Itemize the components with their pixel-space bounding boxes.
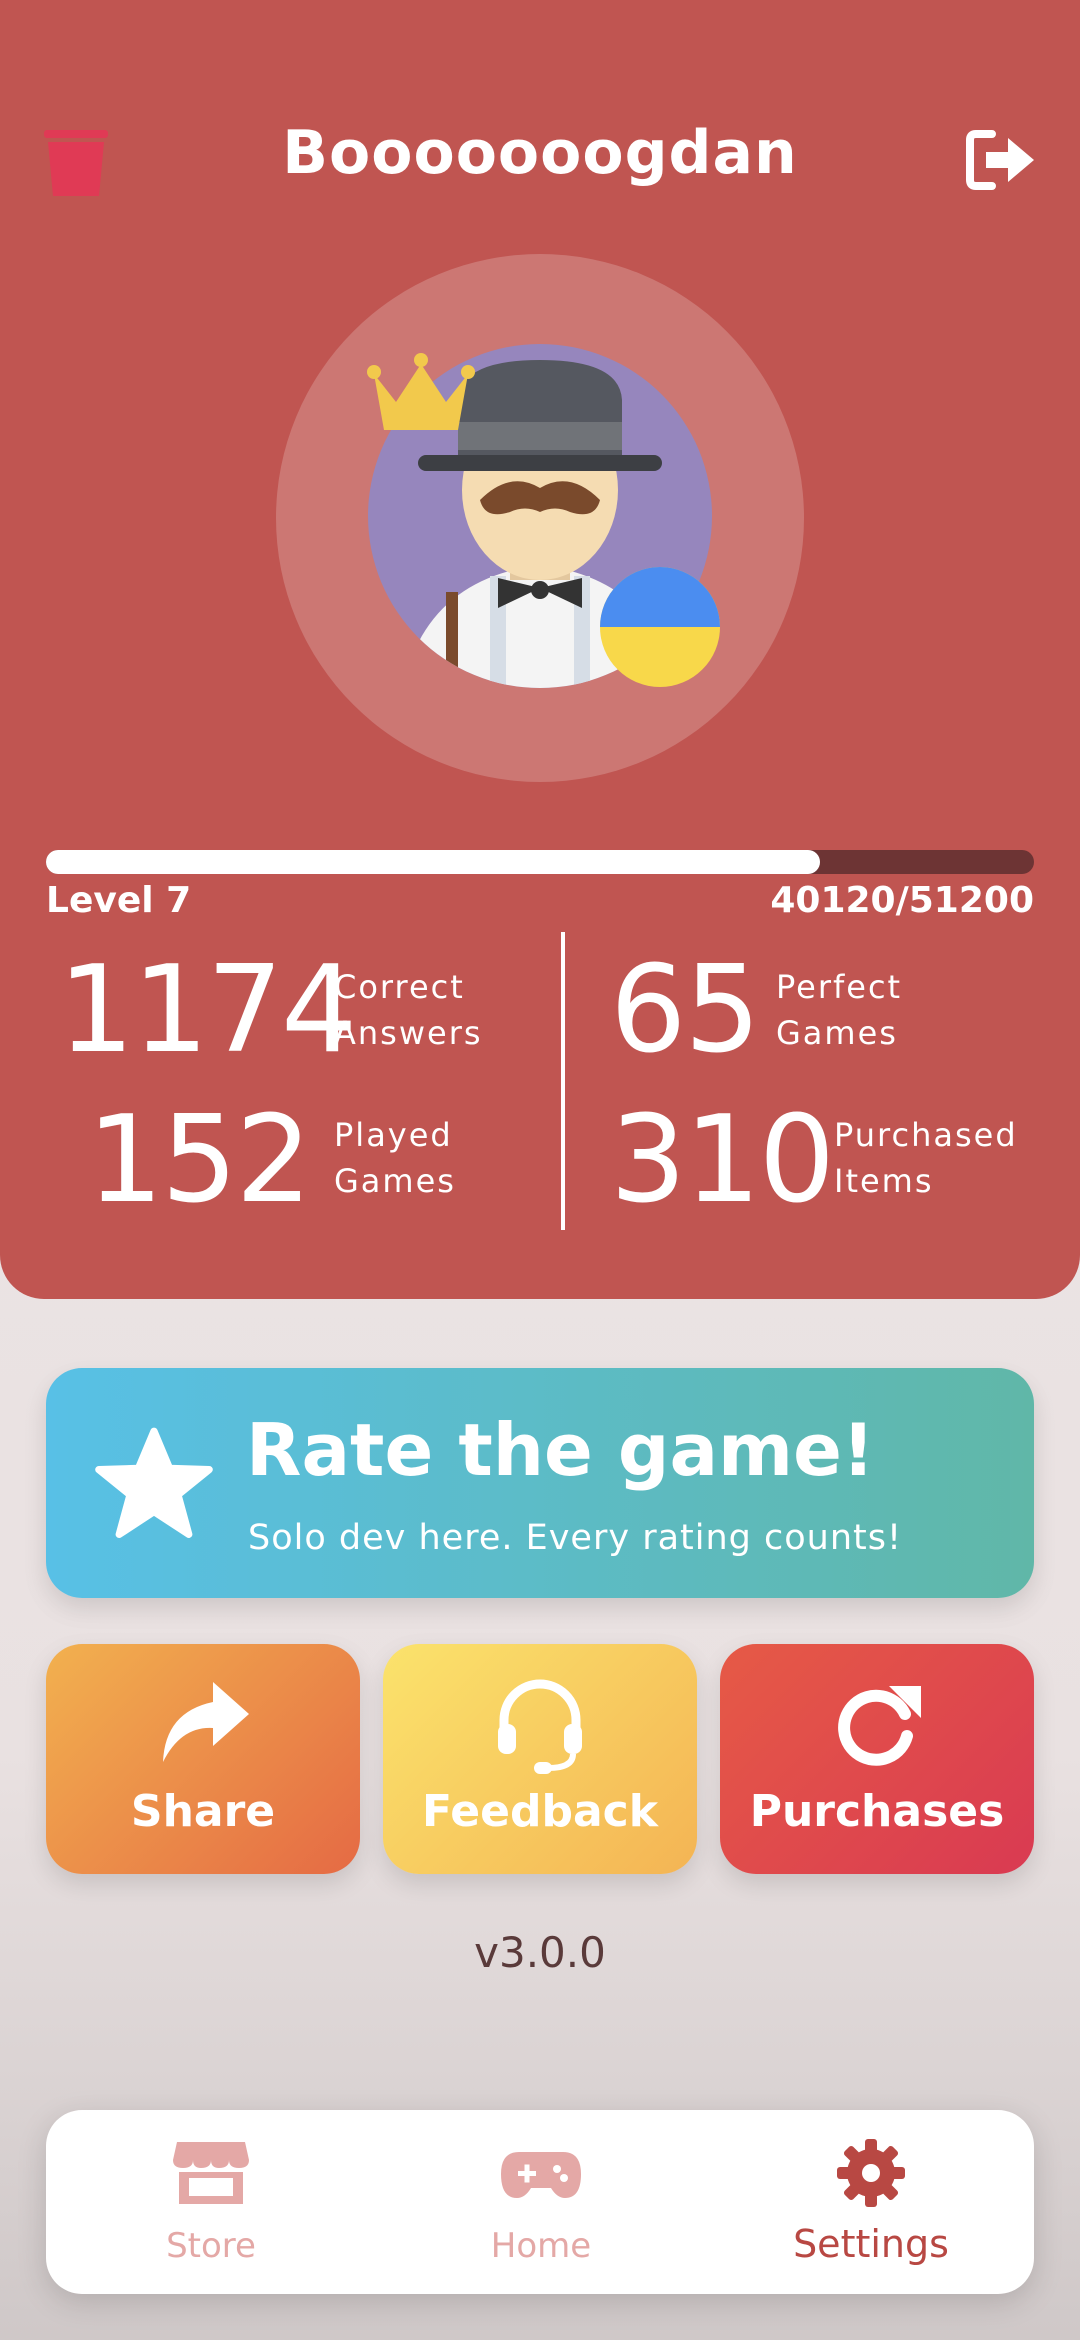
xp-progress-fill <box>46 850 821 874</box>
share-icon <box>163 1682 249 1762</box>
xp-label: 40120/51200 <box>770 880 1034 921</box>
stat-value: 65 <box>610 941 761 1080</box>
profile-header: Booooooogdan Level 7 40120/51200 1174 Co… <box>0 0 1080 1299</box>
restore-icon <box>838 1686 921 1766</box>
purchases-label: Purchases <box>749 1786 1005 1837</box>
nav-item-settings[interactable]: Settings <box>706 2110 1036 2294</box>
crown-icon <box>367 353 475 430</box>
xp-progress-bar <box>46 850 1034 874</box>
stat-label: Played <box>334 1116 453 1154</box>
stat-value: 310 <box>610 1091 835 1230</box>
stat-value: 1174 <box>58 941 357 1080</box>
nav-item-home[interactable]: Home <box>376 2110 706 2294</box>
stat-label: Perfect <box>776 968 903 1006</box>
headset-icon <box>498 1679 582 1774</box>
logout-icon[interactable] <box>964 128 1036 192</box>
stat-label: Correct <box>334 968 465 1006</box>
feedback-button[interactable]: Feedback <box>383 1644 697 1874</box>
rate-subtitle: Solo dev here. Every rating counts! <box>248 1518 903 1558</box>
star-icon <box>95 1427 213 1538</box>
stat-label: Items <box>834 1162 934 1200</box>
bottom-nav: Store Home Settings <box>46 2110 1034 2294</box>
nav-label-store: Store <box>166 2226 256 2266</box>
store-icon <box>173 2142 249 2204</box>
level-label: Level 7 <box>46 880 192 921</box>
nav-label-settings: Settings <box>793 2222 949 2266</box>
stat-value: 152 <box>86 1091 312 1230</box>
stat-label: Games <box>776 1014 898 1052</box>
share-button[interactable]: Share <box>46 1644 360 1874</box>
share-label: Share <box>130 1786 276 1837</box>
nav-label-home: Home <box>490 2226 592 2266</box>
nav-item-store[interactable]: Store <box>46 2110 376 2294</box>
app-version: v3.0.0 <box>474 1928 606 1977</box>
purchases-button[interactable]: Purchases <box>720 1644 1034 1874</box>
rate-game-button[interactable]: Rate the game! Solo dev here. Every rati… <box>46 1368 1034 1598</box>
stat-label: Purchased <box>834 1116 1018 1154</box>
username: Booooooogdan <box>282 118 798 188</box>
stat-label: Games <box>334 1162 456 1200</box>
feedback-label: Feedback <box>422 1786 658 1837</box>
rate-title: Rate the game! <box>246 1408 875 1492</box>
stat-label: Answers <box>334 1014 483 1052</box>
gear-icon <box>837 2139 905 2207</box>
stats-divider <box>561 932 565 1230</box>
gamepad-icon <box>501 2152 581 2198</box>
